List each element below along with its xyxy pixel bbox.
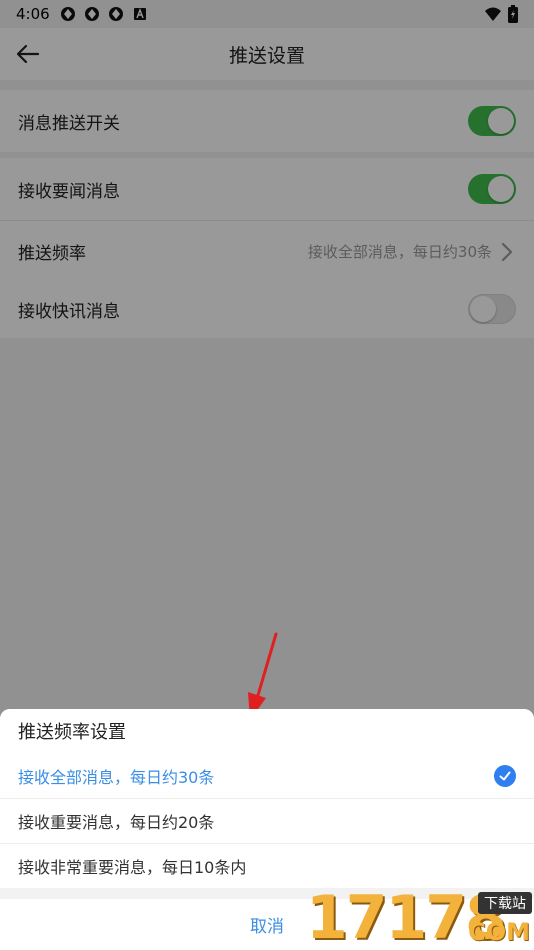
check-icon [494, 764, 516, 787]
watermark-suffix: COM [468, 918, 530, 946]
site-watermark: 17178 下载站 COM [306, 884, 534, 950]
watermark-tag: 下载站 [478, 892, 532, 914]
option-all-messages[interactable]: 接收全部消息，每日约30条 [0, 753, 534, 798]
option-label: 接收全部消息，每日约30条 [18, 767, 215, 787]
option-important-messages[interactable]: 接收重要消息，每日约20条 [0, 798, 534, 843]
option-label: 接收非常重要消息，每日10条内 [18, 858, 247, 877]
sheet-title: 推送频率设置 [18, 722, 126, 743]
option-label: 接收重要消息，每日约20条 [18, 813, 215, 832]
option-very-important-messages[interactable]: 接收非常重要消息，每日10条内 [0, 843, 534, 888]
sheet-body: 推送频率设置 接收全部消息，每日约30条 接收重要消息，每日约20条 接收非常重… [0, 709, 534, 888]
